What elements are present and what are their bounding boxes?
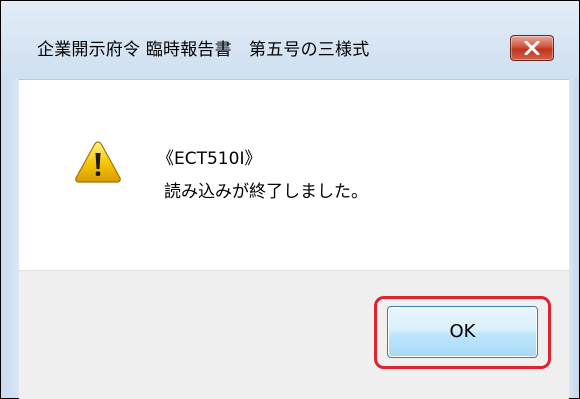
close-icon	[524, 41, 540, 55]
message-dialog: 企業開示府令 臨時報告書 第五号の三様式 《ECT510I》 読み込みが終了しま…	[0, 0, 580, 399]
message-code: 《ECT510I》	[157, 149, 262, 169]
ok-button[interactable]: OK	[387, 306, 538, 358]
dialog-title: 企業開示府令 臨時報告書 第五号の三様式	[37, 40, 370, 60]
message-text: 読み込みが終了しました。	[164, 182, 368, 202]
button-area: OK	[19, 270, 569, 399]
title-bar[interactable]: 企業開示府令 臨時報告書 第五号の三様式	[1, 1, 579, 79]
message-area: 《ECT510I》 読み込みが終了しました。	[19, 79, 569, 270]
close-button[interactable]	[510, 35, 554, 61]
window-frame-left	[1, 79, 19, 398]
warning-icon	[74, 140, 122, 188]
window-frame-right	[569, 79, 579, 398]
